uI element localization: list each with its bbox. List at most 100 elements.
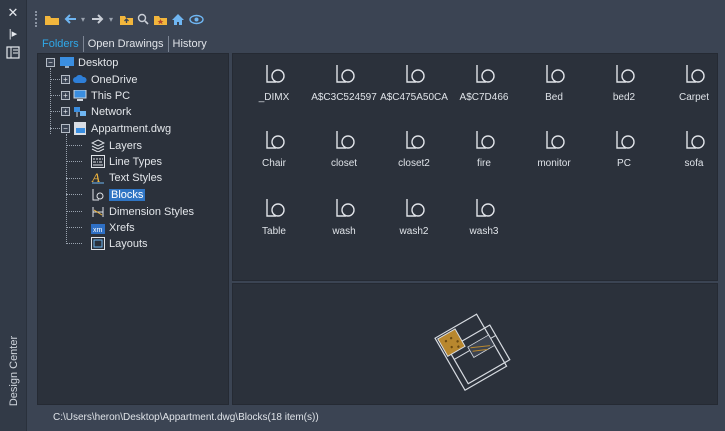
status-path: C:\Users\heron\Desktop\Appartment.dwg\Bl… bbox=[53, 412, 319, 423]
block-item[interactable]: fire bbox=[449, 125, 519, 177]
block-label: Carpet bbox=[678, 92, 709, 103]
block-icon bbox=[406, 131, 425, 149]
block-icon bbox=[476, 199, 495, 217]
xref-icon: xm bbox=[91, 221, 105, 234]
tab-open-drawings[interactable]: Open Drawings bbox=[84, 36, 169, 52]
text-style-icon: A bbox=[91, 171, 105, 184]
block-item[interactable]: _DIMX bbox=[239, 59, 309, 111]
layout-icon bbox=[91, 237, 105, 250]
up-folder-icon[interactable] bbox=[118, 11, 134, 27]
tree-connector bbox=[50, 68, 51, 134]
block-item[interactable]: wash bbox=[309, 193, 379, 245]
collapse-icon[interactable]: − bbox=[46, 58, 55, 67]
block-item[interactable]: closet bbox=[309, 125, 379, 177]
auto-hide-icon[interactable]: |▸ bbox=[5, 27, 21, 41]
tree-connector bbox=[66, 145, 82, 146]
back-dropdown-icon[interactable]: ▾ bbox=[78, 11, 88, 27]
load-icon[interactable] bbox=[43, 11, 61, 27]
preview-drawing bbox=[434, 313, 511, 391]
properties-icon[interactable] bbox=[5, 46, 21, 60]
block-item[interactable]: A$C3C524597 bbox=[309, 59, 379, 111]
block-icon bbox=[476, 131, 495, 149]
tab-bar: Folders Open Drawings History bbox=[38, 36, 211, 52]
block-icon bbox=[336, 199, 355, 217]
block-item[interactable]: bed2 bbox=[589, 59, 659, 111]
block-icon bbox=[616, 65, 635, 83]
desktop-icon bbox=[60, 56, 74, 69]
tab-history[interactable]: History bbox=[169, 36, 211, 52]
block-icon bbox=[546, 131, 565, 149]
tree-connector bbox=[66, 211, 82, 212]
tree-item-line-types[interactable]: Line Types bbox=[91, 154, 162, 169]
tree-item-desktop[interactable]: Desktop bbox=[60, 55, 118, 70]
block-item[interactable]: Table bbox=[239, 193, 309, 245]
block-icon bbox=[406, 65, 425, 83]
tree-connector bbox=[66, 194, 82, 195]
block-icon bbox=[616, 131, 635, 149]
forward-dropdown-icon[interactable]: ▾ bbox=[106, 11, 116, 27]
tree-item-text-styles[interactable]: A Text Styles bbox=[91, 170, 162, 185]
block-grid: _DIMX A$C3C524597 A$C475A50CA A$C7D466 Bed be… bbox=[232, 53, 718, 281]
svg-text:xm: xm bbox=[93, 227, 103, 234]
toolbar: ▾ ▾ bbox=[35, 8, 235, 30]
home-icon[interactable] bbox=[170, 11, 186, 27]
tree-connector bbox=[66, 134, 67, 242]
tree-item-xrefs[interactable]: xm Xrefs bbox=[91, 220, 135, 235]
block-icon bbox=[476, 65, 495, 83]
block-item[interactable]: monitor bbox=[519, 125, 589, 177]
tree-view-toggle-icon[interactable] bbox=[188, 11, 204, 27]
block-icon bbox=[266, 131, 285, 149]
forward-icon[interactable] bbox=[90, 11, 106, 27]
palette-title-bar: ✕ |▸ Design Center bbox=[0, 0, 27, 431]
network-icon bbox=[73, 105, 87, 118]
block-icon bbox=[91, 188, 105, 201]
block-item[interactable]: Carpet bbox=[659, 59, 725, 111]
drawing-file-icon bbox=[73, 122, 87, 135]
favorites-icon[interactable] bbox=[152, 11, 168, 27]
collapse-icon[interactable]: − bbox=[61, 124, 70, 133]
tree-item-layers[interactable]: Layers bbox=[91, 138, 142, 153]
block-icon bbox=[266, 65, 285, 83]
linetype-icon bbox=[91, 155, 105, 168]
block-item[interactable]: Bed bbox=[519, 59, 589, 111]
block-item[interactable]: PC bbox=[589, 125, 659, 177]
tree-item-appartment-dwg[interactable]: Appartment.dwg bbox=[73, 121, 171, 136]
expand-icon[interactable]: + bbox=[61, 75, 70, 84]
palette-title: Design Center bbox=[8, 335, 20, 407]
block-icon bbox=[686, 131, 705, 149]
cloud-icon bbox=[73, 73, 87, 86]
block-label: sofa bbox=[684, 158, 704, 169]
design-center-palette: ✕ |▸ Design Center ▾ ▾ Folders Open Draw… bbox=[0, 0, 725, 431]
tree-item-layouts[interactable]: Layouts bbox=[91, 236, 148, 251]
tree-item-onedrive[interactable]: OneDrive bbox=[73, 72, 137, 87]
tab-folders[interactable]: Folders bbox=[38, 36, 84, 52]
toolbar-grip bbox=[35, 11, 40, 27]
block-item[interactable]: sofa bbox=[659, 125, 725, 177]
back-icon[interactable] bbox=[62, 11, 78, 27]
svg-text:A: A bbox=[91, 171, 100, 184]
tree-item-dimension-styles[interactable]: Dimension Styles bbox=[91, 204, 194, 219]
tree-item-blocks[interactable]: Blocks bbox=[91, 187, 146, 202]
block-item[interactable]: Chair bbox=[239, 125, 309, 177]
block-icon bbox=[686, 65, 705, 83]
expand-icon[interactable]: + bbox=[61, 107, 70, 116]
block-icon bbox=[336, 131, 355, 149]
block-item[interactable]: A$C7D466 bbox=[449, 59, 519, 111]
status-bar: C:\Users\heron\Desktop\Appartment.dwg\Bl… bbox=[28, 407, 725, 431]
block-item[interactable]: wash3 bbox=[449, 193, 519, 245]
tree-connector bbox=[66, 243, 82, 244]
folder-tree: − + + + − Desktop OneDrive This PC Netwo… bbox=[37, 53, 229, 405]
block-item[interactable]: wash2 bbox=[379, 193, 449, 245]
search-icon[interactable] bbox=[136, 11, 150, 27]
block-label: wash3 bbox=[469, 226, 499, 237]
tree-item-this-pc[interactable]: This PC bbox=[73, 88, 130, 103]
dimension-style-icon bbox=[91, 205, 105, 218]
block-item[interactable]: A$C475A50CA bbox=[379, 59, 449, 111]
tree-item-network[interactable]: Network bbox=[73, 104, 131, 119]
block-item[interactable]: closet2 bbox=[379, 125, 449, 177]
close-icon[interactable]: ✕ bbox=[5, 6, 21, 20]
tree-connector bbox=[66, 227, 82, 228]
block-icon bbox=[546, 65, 565, 83]
tree-connector bbox=[66, 178, 82, 179]
expand-icon[interactable]: + bbox=[61, 91, 70, 100]
